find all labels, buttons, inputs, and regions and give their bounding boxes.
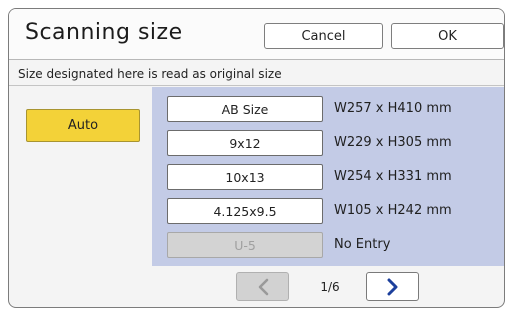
size-row: 10x13 W254 x H331 mm (167, 164, 504, 190)
size-dimensions: No Entry (334, 237, 391, 252)
size-dimensions: W229 x H305 mm (334, 135, 452, 150)
next-page-button[interactable] (366, 272, 419, 301)
page-indicator: 1/6 (320, 280, 340, 294)
chevron-right-icon (387, 278, 397, 295)
size-row: AB Size W257 x H410 mm (167, 96, 504, 122)
size-row: 9x12 W229 x H305 mm (167, 130, 504, 156)
cancel-button[interactable]: Cancel (264, 23, 383, 49)
ok-button[interactable]: OK (391, 23, 504, 49)
divider (9, 85, 504, 86)
instruction-text: Size designated here is read as original… (18, 67, 282, 81)
size-list-panel: AB Size W257 x H410 mm 9x12 W229 x H305 … (152, 87, 504, 266)
page-title: Scanning size (25, 20, 183, 45)
size-button-ab[interactable]: AB Size (167, 96, 323, 122)
size-row: 4.125x9.5 W105 x H242 mm (167, 198, 504, 224)
size-dimensions: W257 x H410 mm (334, 101, 452, 116)
chevron-left-icon (258, 278, 268, 295)
size-button-u5: U-5 (167, 232, 323, 258)
size-dimensions: W254 x H331 mm (334, 169, 452, 184)
previous-page-button (236, 272, 289, 301)
size-row: U-5 No Entry (167, 232, 504, 258)
size-button-10x13[interactable]: 10x13 (167, 164, 323, 190)
auto-button[interactable]: Auto (26, 109, 140, 142)
dialog-header: Scanning size Cancel OK (9, 9, 504, 60)
size-button-9x12[interactable]: 9x12 (167, 130, 323, 156)
size-button-4125x95[interactable]: 4.125x9.5 (167, 198, 323, 224)
size-dimensions: W105 x H242 mm (334, 203, 452, 218)
scanning-size-dialog: Scanning size Cancel OK Size designated … (8, 8, 505, 308)
